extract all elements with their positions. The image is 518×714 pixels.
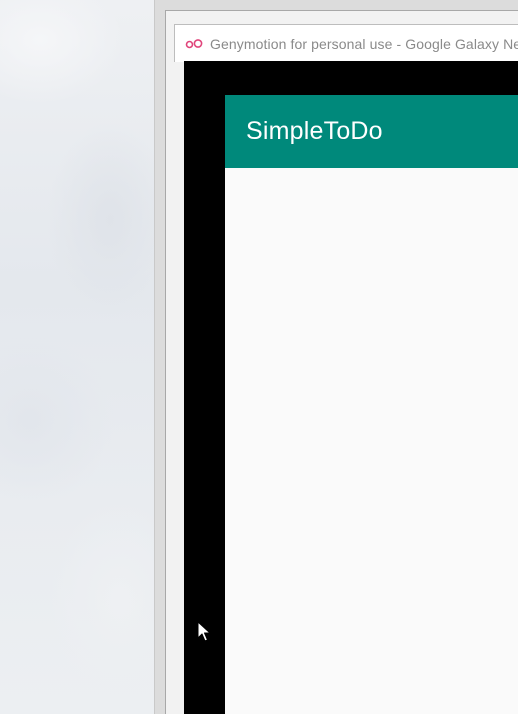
device-screen[interactable]: SimpleToDo <box>184 61 518 714</box>
mouse-pointer-icon <box>197 621 211 642</box>
window-title: Genymotion for personal use - Google Gal… <box>210 35 518 52</box>
app-title: SimpleToDo <box>246 117 383 145</box>
window-titlebar[interactable]: Genymotion for personal use - Google Gal… <box>174 24 518 62</box>
desktop-wallpaper <box>0 0 155 714</box>
todo-list-area[interactable] <box>225 168 518 714</box>
app-toolbar: SimpleToDo <box>225 95 518 168</box>
screen: Genymotion for personal use - Google Gal… <box>0 0 518 714</box>
window-content: Genymotion for personal use - Google Gal… <box>154 0 518 714</box>
app-screen[interactable]: SimpleToDo <box>225 95 518 714</box>
genymotion-logo-icon <box>185 38 203 48</box>
